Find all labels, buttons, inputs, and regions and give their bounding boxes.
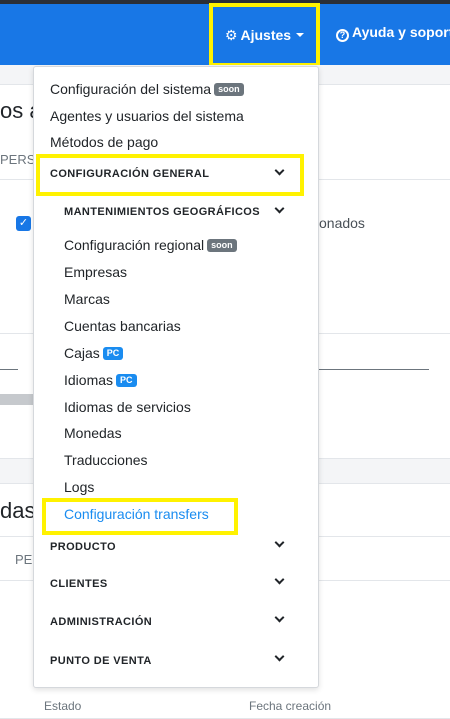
pc-badge: PC (102, 347, 124, 360)
menu-item-metodos-pago[interactable]: Métodos de pago (50, 134, 158, 150)
ajustes-dropdown-menu: Configuración del sistema soon Agentes y … (33, 66, 319, 688)
menu-item-configuracion-transfers[interactable]: Configuración transfers (64, 506, 209, 522)
input-underline (0, 369, 18, 370)
menu-item-traducciones[interactable]: Traducciones (64, 452, 148, 468)
menu-item-cajas[interactable]: Cajas PC (64, 345, 124, 361)
pc-badge: PC (116, 374, 137, 387)
ajustes-menu-button[interactable]: ⚙ Ajustes (209, 3, 320, 67)
column-header-fecha[interactable]: Fecha creación (249, 699, 331, 713)
background-tab[interactable]: PE (15, 552, 32, 567)
chevron-down-icon[interactable] (274, 203, 285, 214)
background-heading: das (0, 498, 36, 523)
section-administracion[interactable]: ADMINISTRACIÓN (50, 616, 152, 628)
chevron-down-icon[interactable] (274, 537, 285, 548)
menu-item-idiomas[interactable]: Idiomas PC (64, 372, 137, 388)
menu-item-agentes-usuarios[interactable]: Agentes y usuarios del sistema (50, 108, 244, 124)
section-punto-de-venta[interactable]: PUNTO DE VENTA (50, 655, 152, 667)
chevron-down-icon[interactable] (274, 651, 285, 662)
menu-item-monedas[interactable]: Monedas (64, 425, 122, 441)
menu-item-logs[interactable]: Logs (64, 479, 94, 495)
checkbox-label: onados (319, 215, 365, 231)
input-underline (319, 369, 429, 370)
column-header-estado[interactable]: Estado (44, 699, 81, 713)
soon-badge: soon (214, 83, 244, 96)
question-circle-icon: ? (336, 29, 349, 42)
checkbox[interactable]: ✓ (16, 216, 31, 231)
section-clientes[interactable]: CLIENTES (50, 578, 108, 590)
soon-badge: soon (207, 239, 237, 252)
section-producto[interactable]: PRODUCTO (50, 541, 116, 553)
chevron-down-icon[interactable] (274, 574, 285, 585)
chevron-down-icon[interactable] (274, 612, 285, 623)
ayuda-menu-button[interactable]: ? Ayuda y soport (336, 24, 450, 42)
menu-item-configuracion-regional[interactable]: Configuración regional soon (64, 237, 237, 253)
top-navbar: ⚙ Ajustes ? Ayuda y soport (0, 0, 450, 67)
ajustes-label: Ajustes (240, 27, 292, 43)
menu-item-idiomas-servicios[interactable]: Idiomas de servicios (64, 399, 191, 415)
menu-item-cuentas-bancarias[interactable]: Cuentas bancarias (64, 318, 181, 334)
gear-icon: ⚙ (224, 26, 238, 43)
section-configuracion-general[interactable]: CONFIGURACIÓN GENERAL (50, 168, 209, 180)
subsection-mantenimientos-geograficos[interactable]: MANTENIMIENTOS GEOGRÁFICOS (64, 206, 260, 218)
menu-item-marcas[interactable]: Marcas (64, 291, 110, 307)
caret-down-icon (296, 33, 305, 37)
menu-item-empresas[interactable]: Empresas (64, 264, 127, 280)
ayuda-label: Ayuda y soport (352, 24, 450, 40)
menu-item-configuracion-sistema[interactable]: Configuración del sistema soon (50, 81, 244, 97)
